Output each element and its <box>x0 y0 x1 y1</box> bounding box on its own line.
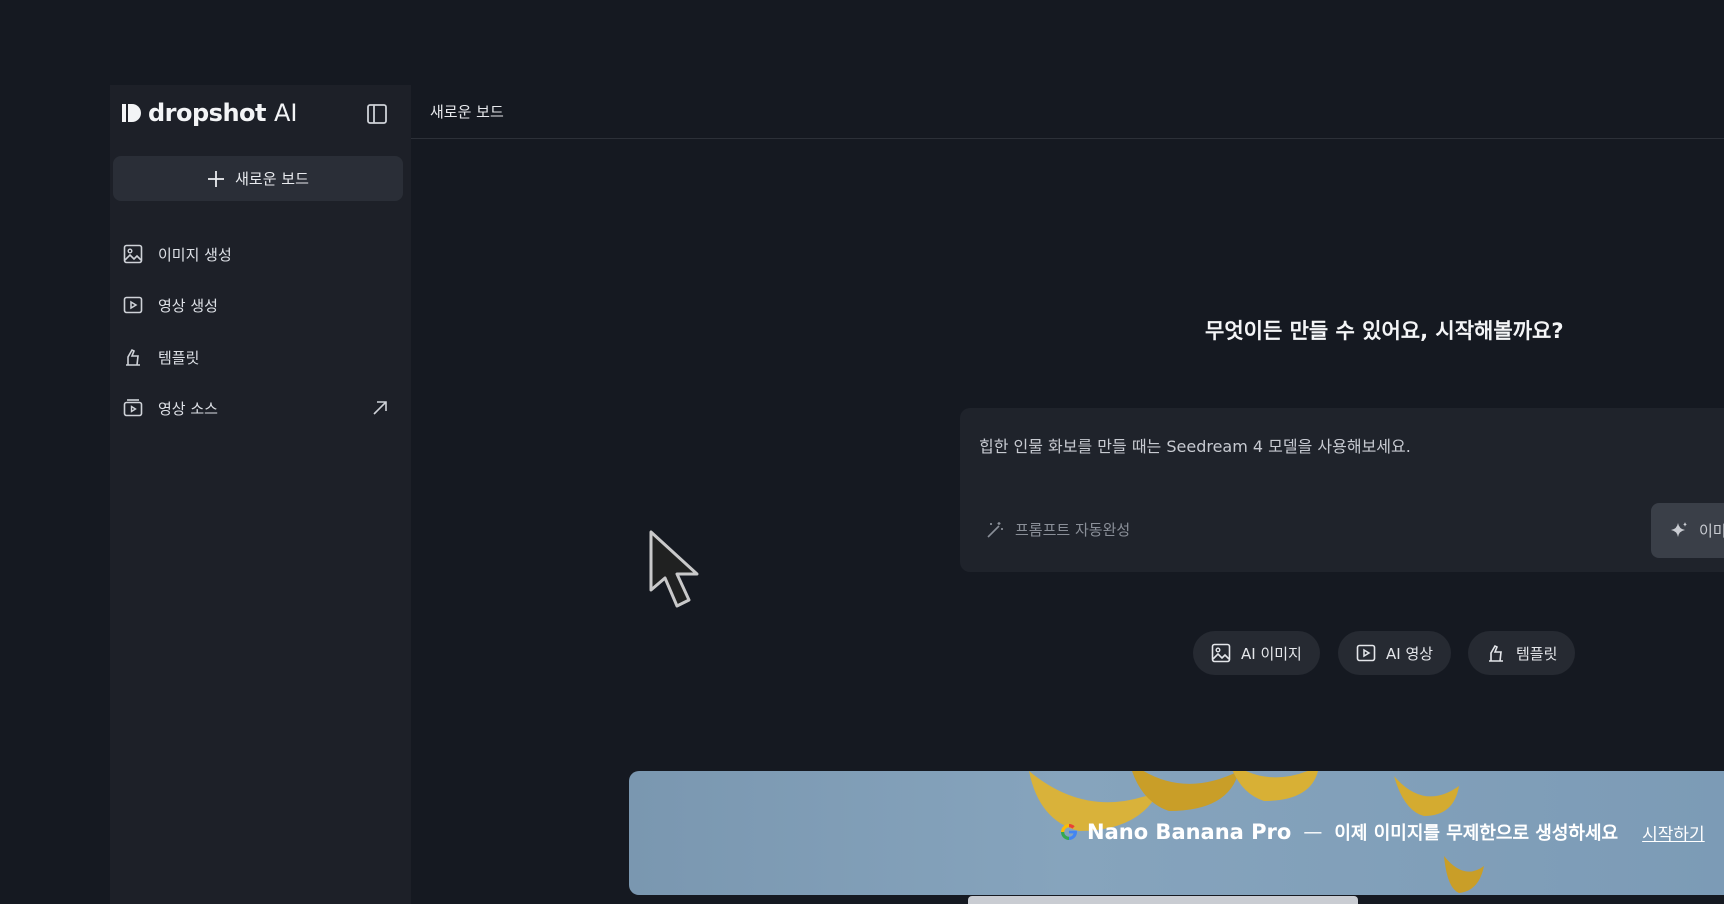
dropshot-logo-icon <box>122 104 141 122</box>
banana-illustration <box>1394 776 1459 816</box>
template-icon <box>122 346 144 368</box>
plus-icon <box>208 170 225 187</box>
sidebar-item-label: 템플릿 <box>158 348 200 367</box>
video-play-icon <box>122 294 144 316</box>
sparkle-icon <box>1671 521 1687 537</box>
brand-logo[interactable]: dropshot AI <box>122 99 298 127</box>
brand-name: dropshot <box>148 99 267 127</box>
sidebar-item-label: 영상 생성 <box>158 296 218 315</box>
prompt-card: 힙한 인물 화보를 만들 때는 Seedream 4 모델을 사용해보세요. 프… <box>960 408 1724 572</box>
prompt-autocomplete-button[interactable]: 프롬프트 자동완성 <box>985 519 1130 540</box>
external-link-icon <box>373 401 387 415</box>
page-headline: 무엇이든 만들 수 있어요, 시작해볼까요? <box>1205 319 1564 343</box>
sidebar-item-templates[interactable]: 템플릿 <box>122 339 402 375</box>
sidebar-item-video-source[interactable]: 영상 소스 <box>122 390 402 426</box>
bottom-tooltip-edge <box>968 896 1358 904</box>
generate-button[interactable]: 이미 <box>1651 503 1724 558</box>
prompt-input[interactable]: 힙한 인물 화보를 만들 때는 Seedream 4 모델을 사용해보세요. <box>979 433 1411 457</box>
video-source-icon <box>122 397 144 419</box>
new-board-label: 새로운 보드 <box>235 170 309 188</box>
banner-title: Nano Banana Pro <box>1087 820 1292 844</box>
brand-suffix: AI <box>274 99 298 127</box>
chip-label: AI 영상 <box>1386 644 1434 663</box>
autocomplete-label: 프롬프트 자동완성 <box>1015 521 1131 539</box>
sidebar-item-label: 영상 소스 <box>158 399 218 418</box>
image-icon <box>122 243 144 265</box>
sidebar-item-video-generation[interactable]: 영상 생성 <box>122 287 402 323</box>
chip-templates[interactable]: 템플릿 <box>1468 631 1576 675</box>
template-icon <box>1489 644 1503 662</box>
banner-separator: — <box>1303 821 1323 843</box>
generate-label: 이미 <box>1699 522 1724 540</box>
sidebar-item-image-generation[interactable]: 이미지 생성 <box>122 236 402 272</box>
banner-description: 이제 이미지를 무제한으로 생성하세요 <box>1334 823 1619 844</box>
board-title[interactable]: 새로운 보드 <box>430 101 504 122</box>
promo-banner[interactable]: Nano Banana Pro — 이제 이미지를 무제한으로 생성하세요 시작… <box>629 771 1724 895</box>
google-logo-icon <box>1061 823 1077 840</box>
app-window: dropshot AI 새로운 보드 이미지 생성 영상 생성 템플릿 영상 소… <box>110 85 1724 904</box>
chip-ai-image[interactable]: AI 이미지 <box>1193 631 1320 675</box>
magic-wand-icon <box>987 521 1003 538</box>
banana-illustration <box>1444 856 1484 893</box>
sidebar: dropshot AI 새로운 보드 이미지 생성 영상 생성 템플릿 영상 소… <box>110 85 411 904</box>
video-play-icon <box>1356 644 1376 662</box>
mouse-cursor-icon <box>649 530 699 608</box>
main-content: 새로운 보드 무엇이든 만들 수 있어요, 시작해볼까요? 힙한 인물 화보를 … <box>411 85 1724 904</box>
chip-label: AI 이미지 <box>1241 644 1302 663</box>
board-header: 새로운 보드 <box>411 85 1724 139</box>
chip-ai-video[interactable]: AI 영상 <box>1338 631 1452 675</box>
new-board-button[interactable]: 새로운 보드 <box>113 156 403 201</box>
banner-content: Nano Banana Pro — 이제 이미지를 무제한으로 생성하세요 시작… <box>1059 819 1705 845</box>
banner-cta-link[interactable]: 시작하기 <box>1642 820 1705 845</box>
sidebar-toggle-button[interactable] <box>364 101 390 127</box>
sidebar-item-label: 이미지 생성 <box>158 245 232 264</box>
image-icon <box>1211 643 1231 663</box>
sidebar-toggle-icon <box>367 104 387 124</box>
chip-label: 템플릿 <box>1516 644 1558 663</box>
